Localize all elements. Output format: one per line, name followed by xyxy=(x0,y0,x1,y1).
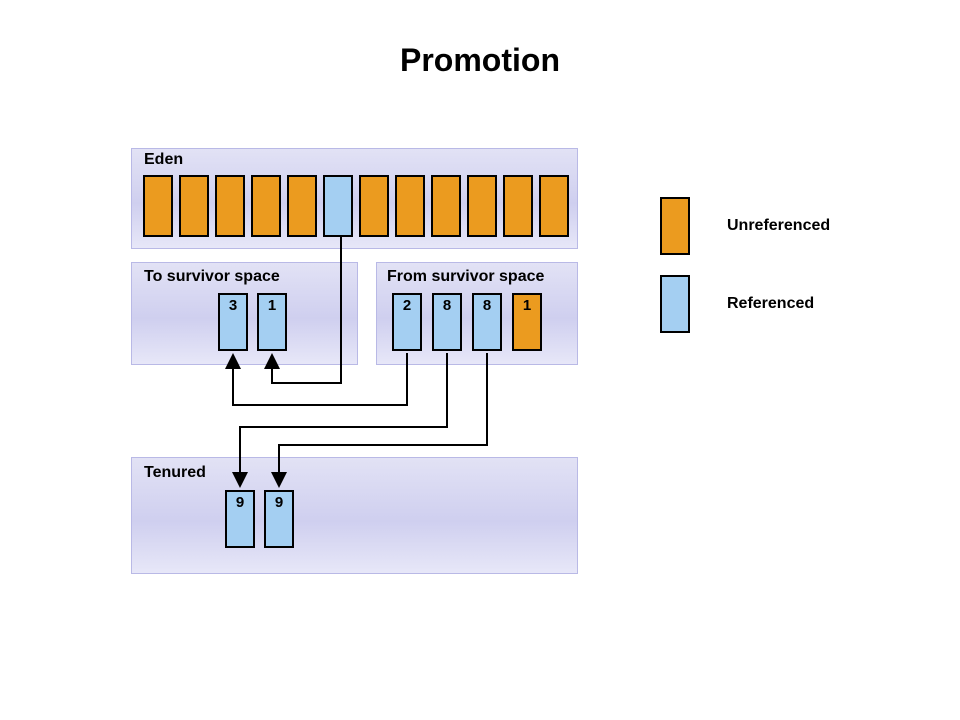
from-survivor-label: From survivor space xyxy=(387,268,544,286)
eden-slot-3 xyxy=(251,175,281,237)
tenured-slot-0-value: 9 xyxy=(227,492,253,511)
to-survivor-slot-1: 1 xyxy=(257,293,287,351)
eden-label: Eden xyxy=(144,151,183,169)
tenured-slot-1: 9 xyxy=(264,490,294,548)
from-survivor-slot-2-value: 8 xyxy=(474,295,500,314)
from-survivor-slot-2: 8 xyxy=(472,293,502,351)
eden-slot-1 xyxy=(179,175,209,237)
to-survivor-label: To survivor space xyxy=(144,268,280,286)
from-survivor-slot-1-value: 8 xyxy=(434,295,460,314)
legend-referenced-swatch xyxy=(660,275,690,333)
eden-slot-6 xyxy=(359,175,389,237)
tenured-label: Tenured xyxy=(144,464,206,482)
to-survivor-slot-0: 3 xyxy=(218,293,248,351)
eden-slot-5 xyxy=(323,175,353,237)
from-survivor-slot-0-value: 2 xyxy=(394,295,420,314)
eden-slot-7 xyxy=(395,175,425,237)
eden-slot-2 xyxy=(215,175,245,237)
from-survivor-slot-1: 8 xyxy=(432,293,462,351)
from-survivor-slot-3-value: 1 xyxy=(514,295,540,314)
to-survivor-slot-1-value: 1 xyxy=(259,295,285,314)
legend-unreferenced-label: Unreferenced xyxy=(727,217,830,235)
to-survivor-slot-0-value: 3 xyxy=(220,295,246,314)
diagram-title: Promotion xyxy=(0,42,960,79)
eden-slot-11 xyxy=(539,175,569,237)
eden-slot-8 xyxy=(431,175,461,237)
tenured-slot-1-value: 9 xyxy=(266,492,292,511)
from-survivor-slot-3: 1 xyxy=(512,293,542,351)
tenured-slot-0: 9 xyxy=(225,490,255,548)
from-survivor-slot-0: 2 xyxy=(392,293,422,351)
eden-slot-0 xyxy=(143,175,173,237)
legend-unreferenced-swatch xyxy=(660,197,690,255)
eden-slot-4 xyxy=(287,175,317,237)
legend-referenced-label: Referenced xyxy=(727,295,814,313)
eden-slot-9 xyxy=(467,175,497,237)
eden-slot-10 xyxy=(503,175,533,237)
